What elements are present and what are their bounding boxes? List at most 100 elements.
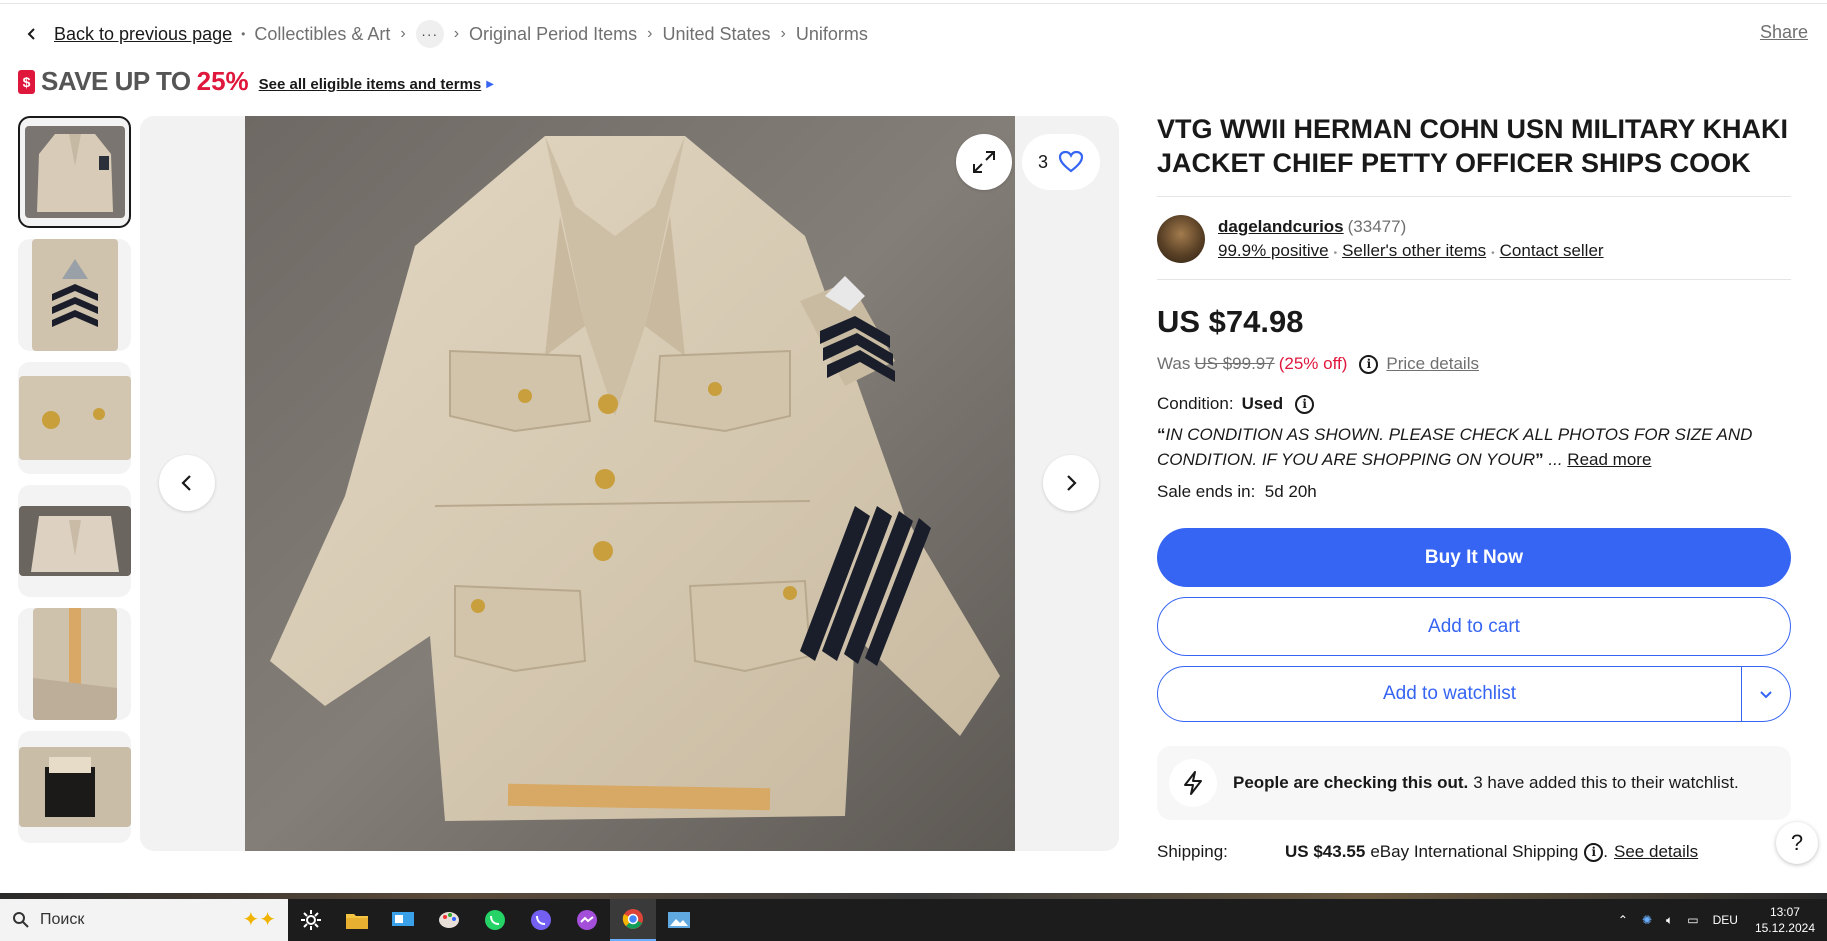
feedback-link[interactable]: 99.9% positive [1218, 241, 1329, 260]
seller-avatar[interactable] [1157, 215, 1205, 263]
notice-text: 3 have added this to their watchlist. [1473, 773, 1739, 792]
contact-seller-link[interactable]: Contact seller [1500, 241, 1604, 260]
windows-taskbar: Поиск ✦✦ ⌃ ✺ 🔈︎ ▭ DEU 13:07 15.12.2024 [0, 899, 1827, 941]
watchlist-split-button: Add to watchlist [1157, 666, 1791, 722]
sale-ends-value: 5d 20h [1264, 482, 1317, 501]
thumbnail-list [18, 116, 131, 854]
separator-dot: • [1491, 248, 1495, 259]
info-icon[interactable]: i [1295, 394, 1315, 414]
share-link[interactable]: Share [1760, 22, 1808, 43]
description-text: IN CONDITION AS SHOWN. PLEASE CHECK ALL … [1157, 425, 1753, 469]
image-gallery: 3 [140, 116, 1119, 851]
ruler-thumbnail-image [32, 608, 117, 720]
info-icon[interactable]: i [1584, 842, 1604, 862]
sale-ends-label: Sale ends in: [1157, 482, 1256, 501]
viber-icon[interactable] [518, 899, 564, 941]
price-details-link[interactable]: Price details [1386, 354, 1479, 374]
condition-row: Condition: Used i [1157, 394, 1791, 414]
fullscreen-button[interactable] [956, 134, 1012, 190]
separator-dot: • [1333, 248, 1338, 259]
paint-icon[interactable] [426, 899, 472, 941]
settings-gear-icon[interactable] [288, 899, 334, 941]
breadcrumb-uniforms[interactable]: Uniforms [796, 24, 868, 45]
chrome-icon[interactable] [610, 899, 656, 941]
lightning-icon [1169, 759, 1217, 807]
network-icon[interactable]: ▭ [1687, 913, 1698, 927]
next-image-button[interactable] [1043, 455, 1099, 511]
thumbnail-ruler-measure[interactable] [18, 608, 131, 720]
buttons-thumbnail-image [18, 376, 131, 460]
taskbar-search[interactable]: Поиск ✦✦ [0, 899, 288, 941]
expand-icon [973, 151, 995, 173]
chevron-left-icon [181, 475, 191, 491]
chevron-right-icon: › [453, 25, 460, 42]
promo-banner: $ SAVE UP TO 25% See all eligible items … [18, 66, 494, 97]
seller-name-link[interactable]: dagelandcurios [1218, 217, 1344, 236]
was-label: Was [1157, 354, 1191, 373]
condition-label: Condition: [1157, 394, 1234, 413]
help-button[interactable]: ? [1776, 822, 1818, 864]
current-price: US $74.98 [1157, 304, 1304, 339]
main-product-image[interactable] [245, 116, 1015, 851]
breadcrumb: Back to previous page • Collectibles & A… [18, 20, 868, 48]
shipping-price: US $43.55 [1285, 842, 1366, 861]
thumbnail-label[interactable] [18, 731, 131, 843]
add-to-cart-button[interactable]: Add to cart [1157, 597, 1791, 656]
taskbar-search-placeholder: Поиск [40, 911, 85, 928]
seller-feedback-count: (33477) [1347, 217, 1407, 236]
breadcrumb-united-states[interactable]: United States [662, 24, 770, 45]
jacket-photo [245, 116, 1015, 851]
sellers-other-items-link[interactable]: Seller's other items [1342, 241, 1486, 260]
volume-icon[interactable]: 🔈︎ [1666, 913, 1673, 928]
back-to-previous-link[interactable]: Back to previous page [54, 24, 232, 45]
listing-details: VTG WWII HERMAN COHN USN MILITARY KHAKI … [1157, 112, 1791, 862]
thumbnail-brass-buttons[interactable] [18, 362, 131, 474]
was-price: US $99.97 [1194, 354, 1275, 373]
eligible-items-link[interactable]: See all eligible items and terms [259, 76, 482, 93]
divider [1157, 279, 1791, 280]
watchers-notice: People are checking this out. 3 have add… [1157, 746, 1791, 820]
promo-percent: 25% [196, 66, 249, 96]
shipping-row: Shipping: US $43.55 eBay International S… [1157, 842, 1699, 862]
app-monitor-icon[interactable] [380, 899, 426, 941]
read-more-link[interactable]: Read more [1567, 450, 1651, 469]
condition-value: Used [1241, 394, 1284, 413]
see-details-link[interactable]: See details [1614, 842, 1698, 862]
thumbnail-jacket-front[interactable] [18, 116, 131, 228]
play-arrow-icon: ▶ [486, 79, 494, 90]
messenger-icon[interactable] [564, 899, 610, 941]
separator-dot: • [241, 27, 246, 41]
photos-icon[interactable] [656, 899, 702, 941]
breadcrumb-original-period-items[interactable]: Original Period Items [469, 24, 637, 45]
chevron-down-icon [1760, 691, 1772, 699]
chevron-right-icon: › [400, 25, 406, 42]
search-icon [13, 912, 29, 928]
label-thumbnail-image [18, 747, 131, 827]
chevron-left-icon[interactable] [18, 20, 46, 48]
watch-count-button[interactable]: 3 [1022, 134, 1100, 190]
discount-percent: (25% off) [1278, 354, 1348, 373]
info-icon[interactable]: i [1359, 354, 1379, 374]
promo-text: SAVE UP TO [41, 66, 191, 96]
heart-icon [1058, 150, 1084, 173]
thumbnail-chevron-patch[interactable] [18, 239, 131, 351]
tray-app-icon[interactable]: ✺ [1642, 913, 1652, 927]
notice-bold-text: People are checking this out. [1233, 773, 1469, 792]
system-tray: ⌃ ✺ 🔈︎ ▭ DEU 13:07 15.12.2024 [1611, 899, 1827, 941]
breadcrumb-collectibles[interactable]: Collectibles & Art [254, 24, 390, 45]
seller-card: dagelandcurios (33477) 99.9% positive • Sel… [1157, 197, 1791, 279]
buy-it-now-button[interactable]: Buy It Now [1157, 528, 1791, 587]
sale-ends: Sale ends in: 5d 20h [1157, 482, 1791, 502]
watchlist-dropdown-button[interactable] [1742, 667, 1790, 721]
thumbnail-lining[interactable] [18, 485, 131, 597]
chevron-right-icon: › [647, 25, 653, 42]
breadcrumb-more-button[interactable]: ··· [415, 20, 444, 48]
watch-count: 3 [1037, 151, 1048, 172]
add-to-watchlist-button[interactable]: Add to watchlist [1158, 667, 1742, 721]
clock[interactable]: 13:07 15.12.2024 [1755, 904, 1815, 936]
file-explorer-icon[interactable] [334, 899, 380, 941]
whatsapp-icon[interactable] [472, 899, 518, 941]
prev-image-button[interactable] [159, 455, 215, 511]
chevron-up-icon[interactable]: ⌃ [1618, 913, 1628, 927]
language-indicator[interactable]: DEU [1713, 913, 1738, 927]
